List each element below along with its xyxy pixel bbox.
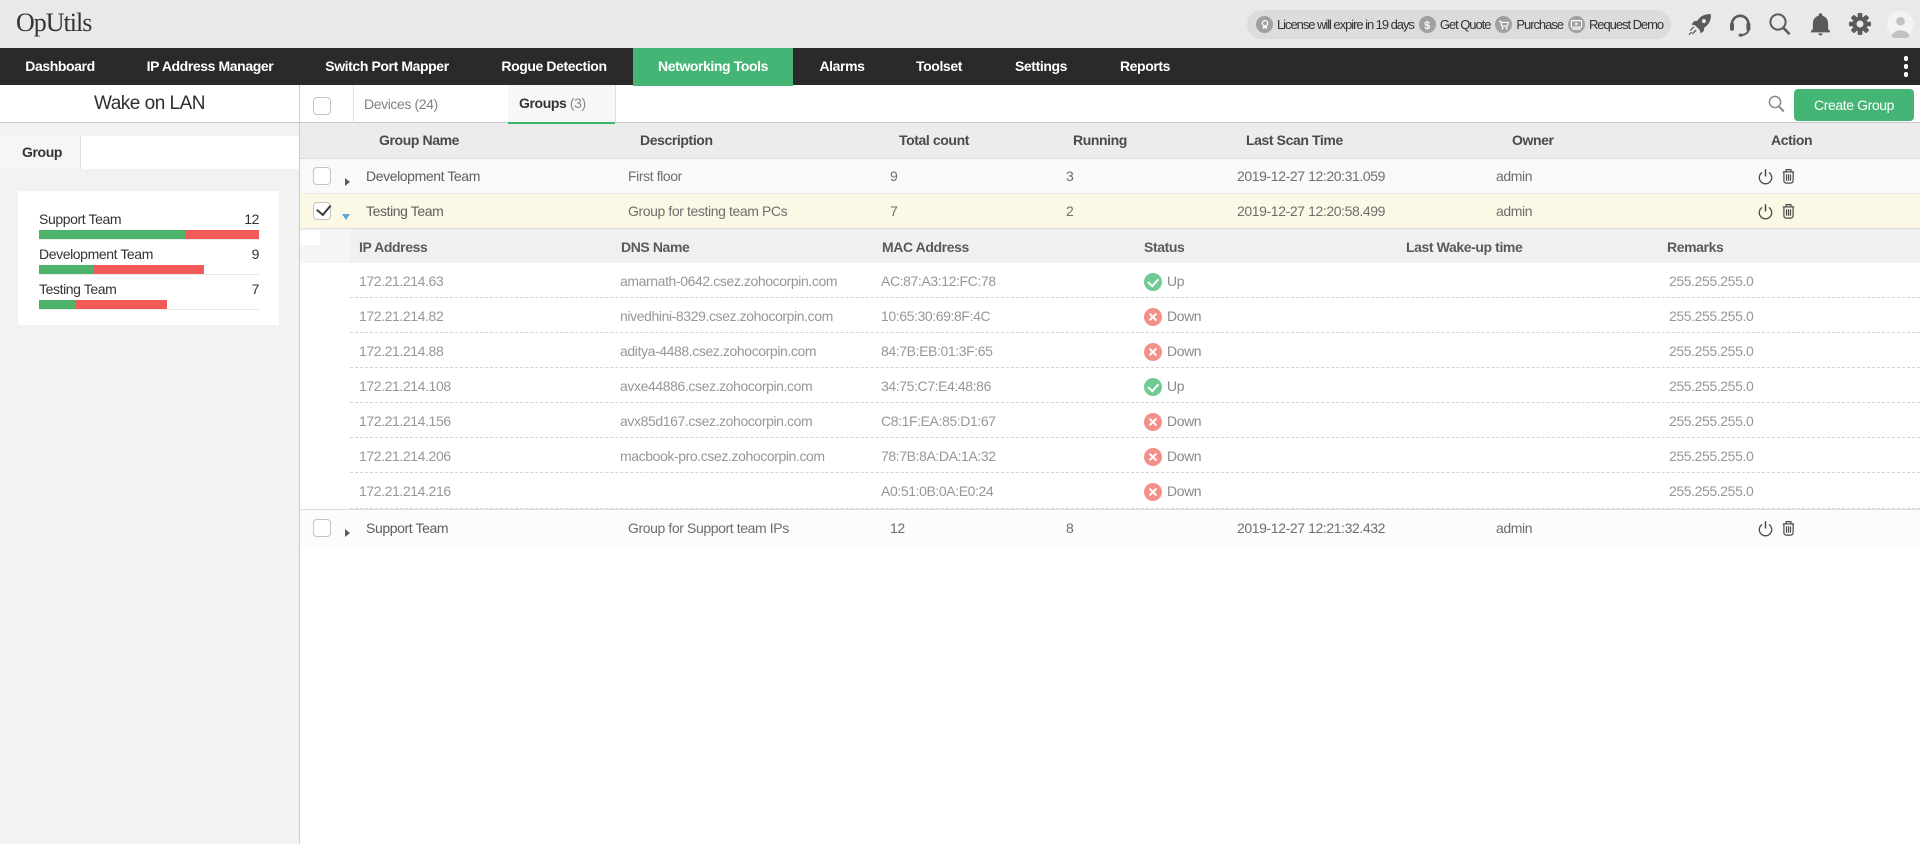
svg-text:$: $ [1425,20,1431,32]
